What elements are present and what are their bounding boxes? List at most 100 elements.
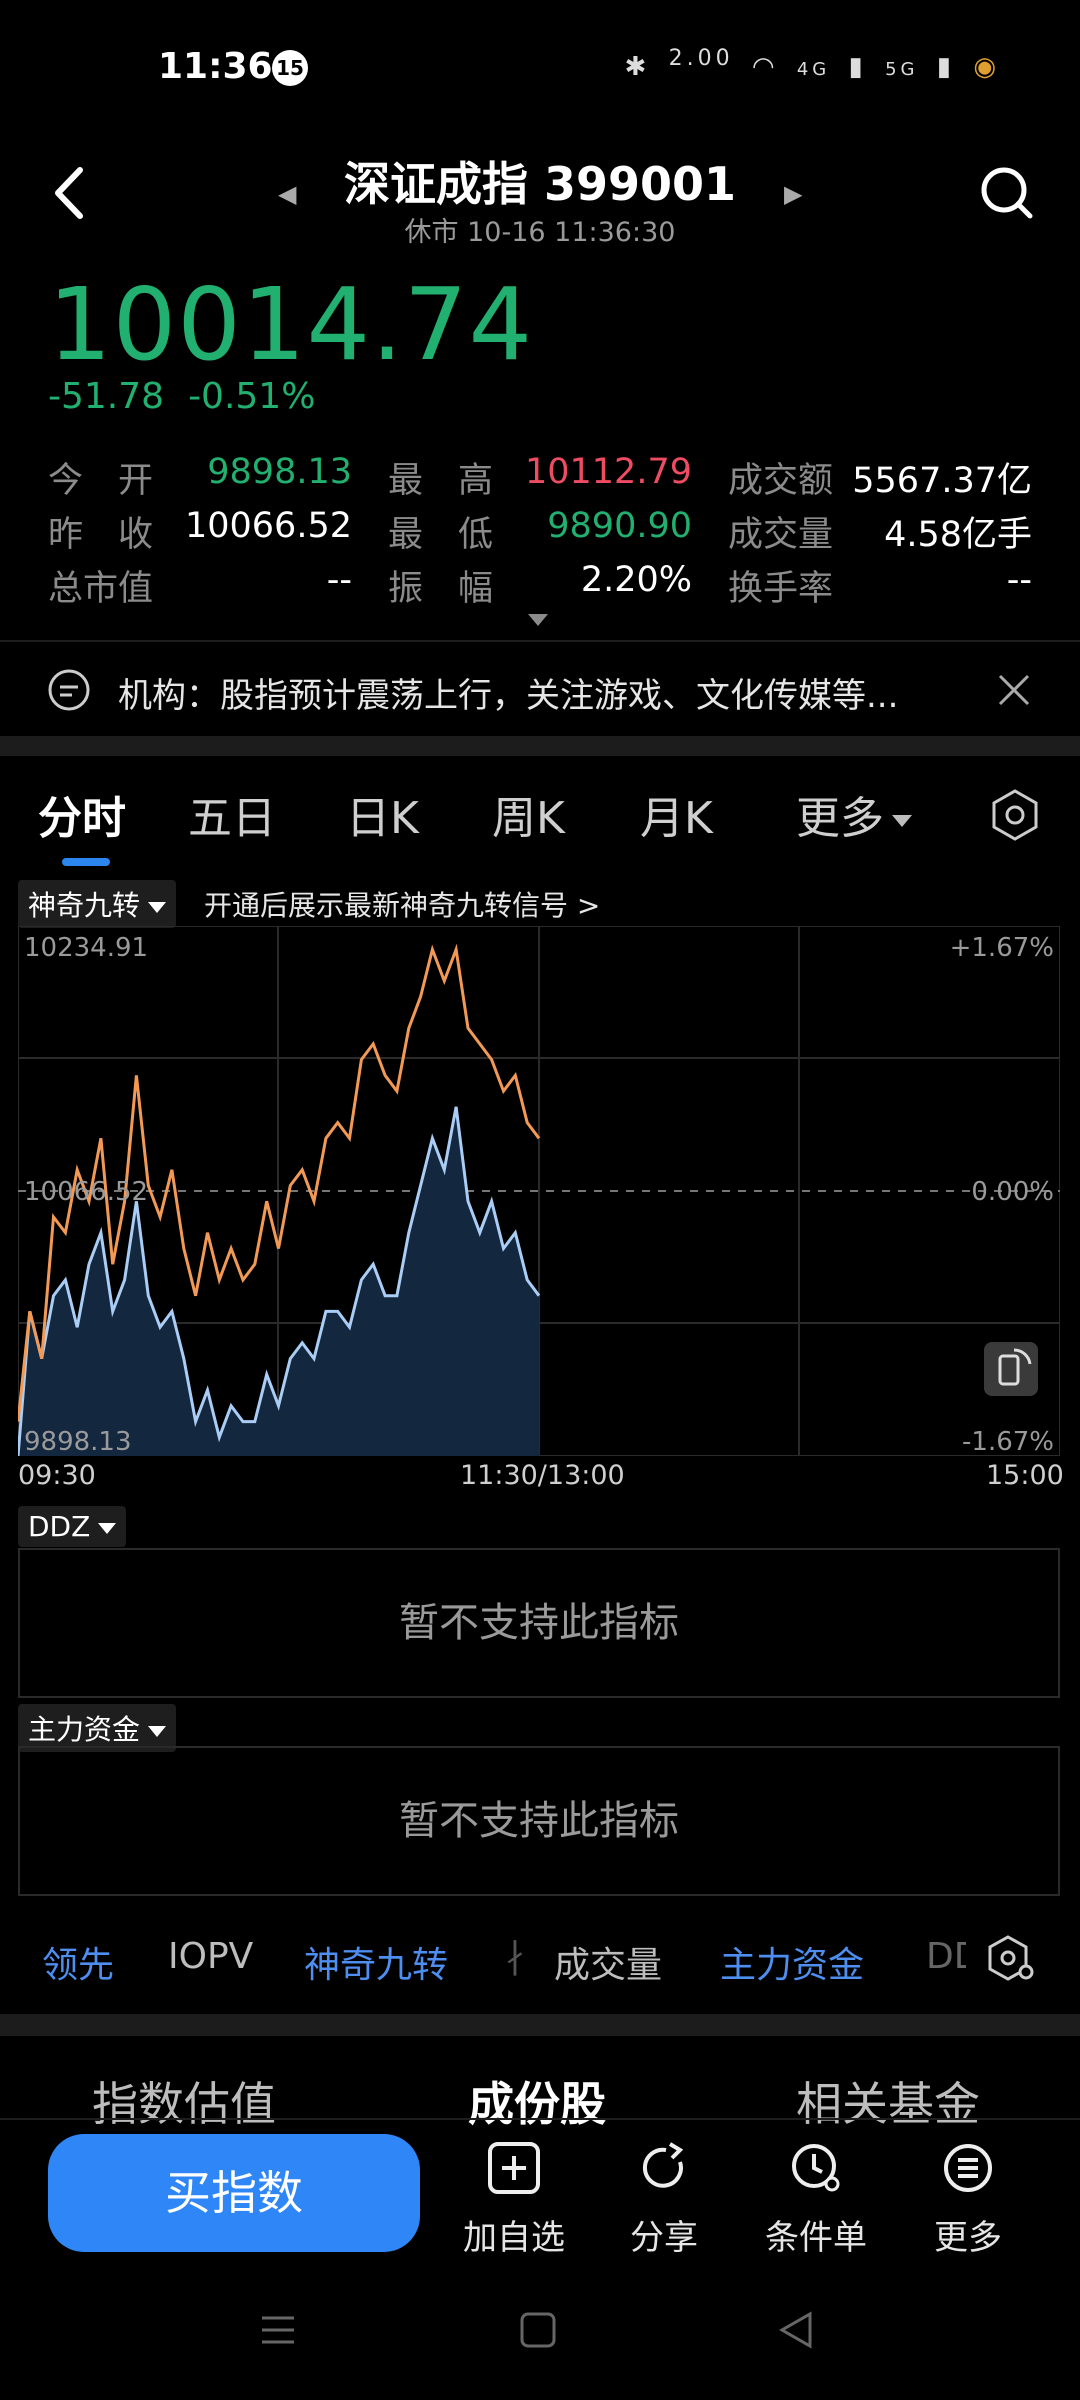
add-square-icon: [488, 2142, 540, 2194]
search-icon[interactable]: [978, 164, 1034, 220]
news-headline[interactable]: 机构：股指预计震荡上行，关注游戏、文化传媒等...: [118, 668, 898, 717]
x-label-midday: 11:30/13:00: [460, 1460, 625, 1491]
market-cap-label: 总市值: [48, 569, 154, 609]
tab-weekly-k[interactable]: 周K: [492, 782, 565, 846]
tab-constituents[interactable]: 成份股: [468, 2068, 606, 2134]
share-icon: [642, 2142, 684, 2188]
indicator-tab-dd[interactable]: DD: [926, 1936, 966, 1977]
open-label: 今 开: [48, 461, 154, 501]
tab-five-day[interactable]: 五日: [188, 782, 276, 846]
clock-icon: [792, 2144, 840, 2192]
scroll-separator: ∤: [506, 1936, 524, 1977]
divider: [0, 640, 1080, 642]
indicator-selector[interactable]: 神奇九转: [18, 880, 177, 928]
open-value: 9898.13: [207, 452, 352, 492]
indicator-settings-icon[interactable]: [986, 1934, 1038, 1984]
next-stock-arrow-icon[interactable]: ▶: [784, 180, 802, 208]
high-label: 最 高: [388, 461, 494, 501]
bluetooth-icon: ✱: [624, 51, 651, 82]
volume-value: 4.58亿手: [884, 515, 1032, 555]
tab-daily-k[interactable]: 日K: [346, 782, 419, 846]
notification-badge: 15: [272, 50, 308, 86]
wifi-icon: ◠: [751, 51, 779, 82]
tab-monthly-k[interactable]: 月K: [640, 782, 713, 846]
conditional-order-button[interactable]: 条件单: [756, 2140, 876, 2259]
expand-stats-icon[interactable]: [528, 614, 548, 626]
section-separator: [0, 736, 1080, 756]
y-label-mid: 10066.52: [24, 1177, 148, 1207]
main-fund-selector[interactable]: 主力资金: [18, 1704, 177, 1752]
y-label-top: 10234.91: [24, 933, 148, 963]
tab-index-valuation[interactable]: 指数估值: [92, 2068, 276, 2134]
fund-chip-label: 主力资金: [28, 1713, 141, 1746]
indicator-chip-label: 神奇九转: [28, 889, 141, 922]
back-nav-icon[interactable]: [776, 2310, 816, 2350]
indicator-hint-link[interactable]: 开通后展示最新神奇九转信号 >: [204, 884, 600, 924]
divider: [0, 2118, 1080, 2120]
change-percent: -0.51%: [188, 376, 316, 417]
indicator-tab-nine-turn[interactable]: 神奇九转: [304, 1936, 448, 1988]
add-watchlist-label: 加自选: [463, 2218, 565, 2258]
indicator-tab-lead[interactable]: 领先: [42, 1936, 114, 1988]
x-label-open: 09:30: [18, 1460, 96, 1491]
battery-icon: ◉: [973, 51, 1000, 82]
ddz-selector[interactable]: DDZ: [18, 1506, 127, 1547]
settings-hexagon-icon[interactable]: [988, 788, 1042, 842]
tab-intraday[interactable]: 分时: [38, 782, 126, 846]
amount-value: 5567.37亿: [852, 461, 1032, 501]
tab-more-label: 更多: [796, 793, 884, 844]
more-label: 更多: [934, 2218, 1002, 2258]
tab-indicator: [62, 858, 110, 866]
ddz-unsupported-panel: 暂不支持此指标: [18, 1548, 1060, 1698]
prev-close-label: 昨 收: [48, 515, 154, 555]
indicator-tab-volume[interactable]: 成交量: [554, 1936, 662, 1988]
section-separator-2: [0, 2014, 1080, 2036]
share-button[interactable]: 分享: [604, 2140, 724, 2259]
turnover-label: 换手率: [728, 569, 834, 609]
indicator-tab-iopv[interactable]: IOPV: [168, 1936, 253, 1977]
news-chat-icon: [48, 669, 90, 711]
current-price: 10014.74: [48, 266, 534, 383]
share-label: 分享: [630, 2218, 698, 2258]
turnover-value: --: [1006, 560, 1032, 600]
signal-icon-2: ▮: [936, 51, 956, 82]
chevron-down-icon: [892, 815, 912, 827]
add-watchlist-button[interactable]: 加自选: [454, 2140, 574, 2259]
market-status: 休市 10-16 11:36:30: [404, 217, 676, 248]
home-nav-icon[interactable]: [518, 2310, 558, 2350]
market-cap-value: --: [326, 560, 352, 600]
tab-more[interactable]: 更多: [796, 782, 912, 846]
page-title: 深证成指 399001: [343, 157, 737, 211]
menu-circle-icon: [944, 2144, 992, 2192]
signal-icon: ▮: [848, 51, 867, 82]
status-icons: ✱ 2.00 ◠ 4G ▮ 5G ▮ ◉: [619, 46, 1000, 82]
change-value: -51.78: [48, 376, 165, 417]
close-icon[interactable]: [994, 670, 1034, 710]
pct-label-top: +1.67%: [950, 933, 1054, 963]
volume-label: 成交量: [728, 515, 834, 555]
chevron-down-icon: [98, 1522, 117, 1534]
price-change: -51.78 -0.51%: [48, 376, 315, 417]
buy-index-button[interactable]: 买指数: [48, 2134, 420, 2252]
intraday-chart[interactable]: 10234.91 10066.52 9898.13 +1.67% 0.00% -…: [18, 926, 1060, 1456]
chevron-down-icon: [148, 901, 167, 913]
rotate-screen-icon[interactable]: [984, 1342, 1038, 1396]
menu-nav-icon[interactable]: [258, 2310, 298, 2350]
amount-label: 成交额: [728, 461, 834, 501]
amplitude-value: 2.20%: [580, 560, 692, 600]
conditional-order-label: 条件单: [765, 2218, 867, 2258]
chevron-down-icon: [148, 1725, 167, 1737]
ddz-chip-label: DDZ: [28, 1510, 91, 1543]
pct-label-mid: 0.00%: [971, 1177, 1054, 1207]
indicator-tab-main-fund[interactable]: 主力资金: [720, 1936, 864, 1988]
high-value: 10112.79: [524, 452, 692, 492]
y-label-bottom: 9898.13: [24, 1427, 132, 1456]
fund-unsupported-panel: 暂不支持此指标: [18, 1746, 1060, 1896]
prev-close-value: 10066.52: [184, 506, 352, 546]
status-time: 11:36: [158, 46, 273, 87]
tab-related-funds[interactable]: 相关基金: [796, 2068, 980, 2134]
x-label-close: 15:00: [986, 1460, 1064, 1491]
more-button[interactable]: 更多: [908, 2140, 1028, 2259]
signal-5g-label: 5G: [885, 58, 919, 80]
low-label: 最 低: [388, 515, 494, 555]
